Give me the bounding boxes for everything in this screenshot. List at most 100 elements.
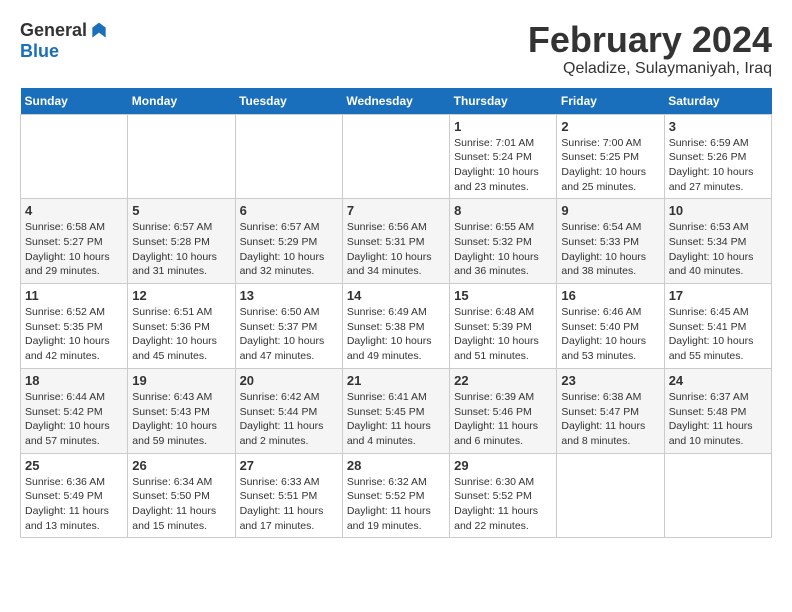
day-info: Sunrise: 6:45 AMSunset: 5:41 PMDaylight:… (669, 305, 767, 364)
calendar-header-saturday: Saturday (664, 88, 771, 115)
calendar-cell: 21 Sunrise: 6:41 AMSunset: 5:45 PMDayligh… (342, 368, 449, 453)
day-number: 29 (454, 458, 552, 473)
day-info: Sunrise: 6:54 AMSunset: 5:33 PMDaylight:… (561, 220, 659, 279)
day-info: Sunrise: 6:51 AMSunset: 5:36 PMDaylight:… (132, 305, 230, 364)
day-number: 27 (240, 458, 338, 473)
calendar-cell: 11Sunrise: 6:52 AMSunset: 5:35 PMDayligh… (21, 284, 128, 369)
day-info: Sunrise: 6:34 AMSunset: 5:50 PMDaylight:… (132, 475, 230, 534)
day-number: 7 (347, 203, 445, 218)
calendar-cell (21, 114, 128, 199)
day-info: Sunrise: 6:30 AMSunset: 5:52 PMDaylight:… (454, 475, 552, 534)
day-number: 22 (454, 373, 552, 388)
day-info: Sunrise: 6:38 AMSunset: 5:47 PMDaylight:… (561, 390, 659, 449)
day-info: Sunrise: 6:57 AMSunset: 5:29 PMDaylight:… (240, 220, 338, 279)
calendar-header-friday: Friday (557, 88, 664, 115)
calendar-cell: 7 Sunrise: 6:56 AMSunset: 5:31 PMDaylight… (342, 199, 449, 284)
day-info: Sunrise: 6:46 AMSunset: 5:40 PMDaylight:… (561, 305, 659, 364)
logo: General Blue (20, 20, 109, 62)
calendar-week-row: 1 Sunrise: 7:01 AMSunset: 5:24 PMDaylight… (21, 114, 772, 199)
day-number: 5 (132, 203, 230, 218)
day-info: Sunrise: 6:33 AMSunset: 5:51 PMDaylight:… (240, 475, 338, 534)
calendar-cell: 24 Sunrise: 6:37 AMSunset: 5:48 PMDayligh… (664, 368, 771, 453)
title-block: February 2024 Qeladize, Sulaymaniyah, Ir… (528, 20, 772, 78)
calendar-cell (235, 114, 342, 199)
day-number: 10 (669, 203, 767, 218)
calendar-cell: 16 Sunrise: 6:46 AMSunset: 5:40 PMDayligh… (557, 284, 664, 369)
calendar-cell: 10 Sunrise: 6:53 AMSunset: 5:34 PMDayligh… (664, 199, 771, 284)
day-info: Sunrise: 6:57 AMSunset: 5:28 PMDaylight:… (132, 220, 230, 279)
day-number: 3 (669, 119, 767, 134)
calendar-cell: 13 Sunrise: 6:50 AMSunset: 5:37 PMDayligh… (235, 284, 342, 369)
day-info: Sunrise: 6:32 AMSunset: 5:52 PMDaylight:… (347, 475, 445, 534)
day-number: 14 (347, 288, 445, 303)
day-number: 23 (561, 373, 659, 388)
calendar-cell: 5 Sunrise: 6:57 AMSunset: 5:28 PMDaylight… (128, 199, 235, 284)
day-number: 2 (561, 119, 659, 134)
day-info: Sunrise: 6:58 AMSunset: 5:27 PMDaylight:… (25, 220, 123, 279)
calendar-table: SundayMondayTuesdayWednesdayThursdayFrid… (20, 88, 772, 539)
day-number: 8 (454, 203, 552, 218)
day-number: 20 (240, 373, 338, 388)
day-number: 11 (25, 288, 123, 303)
day-number: 4 (25, 203, 123, 218)
day-info: Sunrise: 6:49 AMSunset: 5:38 PMDaylight:… (347, 305, 445, 364)
calendar-cell: 26 Sunrise: 6:34 AMSunset: 5:50 PMDayligh… (128, 453, 235, 538)
day-number: 25 (25, 458, 123, 473)
day-number: 28 (347, 458, 445, 473)
day-info: Sunrise: 6:59 AMSunset: 5:26 PMDaylight:… (669, 136, 767, 195)
day-number: 1 (454, 119, 552, 134)
logo-general-text: General (20, 20, 87, 41)
calendar-header-thursday: Thursday (450, 88, 557, 115)
day-number: 26 (132, 458, 230, 473)
location-title: Qeladize, Sulaymaniyah, Iraq (528, 60, 772, 78)
calendar-cell: 22Sunrise: 6:39 AMSunset: 5:46 PMDayligh… (450, 368, 557, 453)
calendar-cell: 29 Sunrise: 6:30 AMSunset: 5:52 PMDayligh… (450, 453, 557, 538)
month-title: February 2024 (528, 20, 772, 60)
day-number: 18 (25, 373, 123, 388)
day-info: Sunrise: 6:53 AMSunset: 5:34 PMDaylight:… (669, 220, 767, 279)
day-number: 6 (240, 203, 338, 218)
day-info: Sunrise: 7:01 AMSunset: 5:24 PMDaylight:… (454, 136, 552, 195)
day-number: 24 (669, 373, 767, 388)
calendar-cell: 14 Sunrise: 6:49 AMSunset: 5:38 PMDayligh… (342, 284, 449, 369)
calendar-header-wednesday: Wednesday (342, 88, 449, 115)
day-info: Sunrise: 6:55 AMSunset: 5:32 PMDaylight:… (454, 220, 552, 279)
calendar-cell: 18 Sunrise: 6:44 AMSunset: 5:42 PMDayligh… (21, 368, 128, 453)
calendar-cell: 25 Sunrise: 6:36 AMSunset: 5:49 PMDayligh… (21, 453, 128, 538)
calendar-cell (664, 453, 771, 538)
calendar-cell: 8 Sunrise: 6:55 AMSunset: 5:32 PMDaylight… (450, 199, 557, 284)
calendar-header-tuesday: Tuesday (235, 88, 342, 115)
page-header: General Blue February 2024 Qeladize, Sul… (20, 20, 772, 78)
calendar-cell: 19Sunrise: 6:43 AMSunset: 5:43 PMDayligh… (128, 368, 235, 453)
day-number: 15 (454, 288, 552, 303)
calendar-cell: 12Sunrise: 6:51 AMSunset: 5:36 PMDayligh… (128, 284, 235, 369)
calendar-cell: 23 Sunrise: 6:38 AMSunset: 5:47 PMDayligh… (557, 368, 664, 453)
calendar-cell (128, 114, 235, 199)
day-info: Sunrise: 6:36 AMSunset: 5:49 PMDaylight:… (25, 475, 123, 534)
calendar-cell: 17 Sunrise: 6:45 AMSunset: 5:41 PMDayligh… (664, 284, 771, 369)
logo-icon (89, 21, 109, 41)
calendar-week-row: 4 Sunrise: 6:58 AMSunset: 5:27 PMDaylight… (21, 199, 772, 284)
calendar-cell: 9Sunrise: 6:54 AMSunset: 5:33 PMDaylight… (557, 199, 664, 284)
day-number: 19 (132, 373, 230, 388)
calendar-cell: 2 Sunrise: 7:00 AMSunset: 5:25 PMDaylight… (557, 114, 664, 199)
day-number: 21 (347, 373, 445, 388)
calendar-header-monday: Monday (128, 88, 235, 115)
day-info: Sunrise: 6:37 AMSunset: 5:48 PMDaylight:… (669, 390, 767, 449)
calendar-cell (557, 453, 664, 538)
calendar-cell: 6 Sunrise: 6:57 AMSunset: 5:29 PMDaylight… (235, 199, 342, 284)
calendar-header-row: SundayMondayTuesdayWednesdayThursdayFrid… (21, 88, 772, 115)
calendar-cell: 4 Sunrise: 6:58 AMSunset: 5:27 PMDaylight… (21, 199, 128, 284)
day-number: 13 (240, 288, 338, 303)
day-number: 16 (561, 288, 659, 303)
calendar-cell: 1 Sunrise: 7:01 AMSunset: 5:24 PMDaylight… (450, 114, 557, 199)
day-info: Sunrise: 6:44 AMSunset: 5:42 PMDaylight:… (25, 390, 123, 449)
day-info: Sunrise: 6:56 AMSunset: 5:31 PMDaylight:… (347, 220, 445, 279)
calendar-cell: 3 Sunrise: 6:59 AMSunset: 5:26 PMDaylight… (664, 114, 771, 199)
calendar-cell: 28 Sunrise: 6:32 AMSunset: 5:52 PMDayligh… (342, 453, 449, 538)
calendar-cell: 20Sunrise: 6:42 AMSunset: 5:44 PMDayligh… (235, 368, 342, 453)
day-number: 17 (669, 288, 767, 303)
day-info: Sunrise: 6:41 AMSunset: 5:45 PMDaylight:… (347, 390, 445, 449)
day-info: Sunrise: 7:00 AMSunset: 5:25 PMDaylight:… (561, 136, 659, 195)
day-info: Sunrise: 6:50 AMSunset: 5:37 PMDaylight:… (240, 305, 338, 364)
